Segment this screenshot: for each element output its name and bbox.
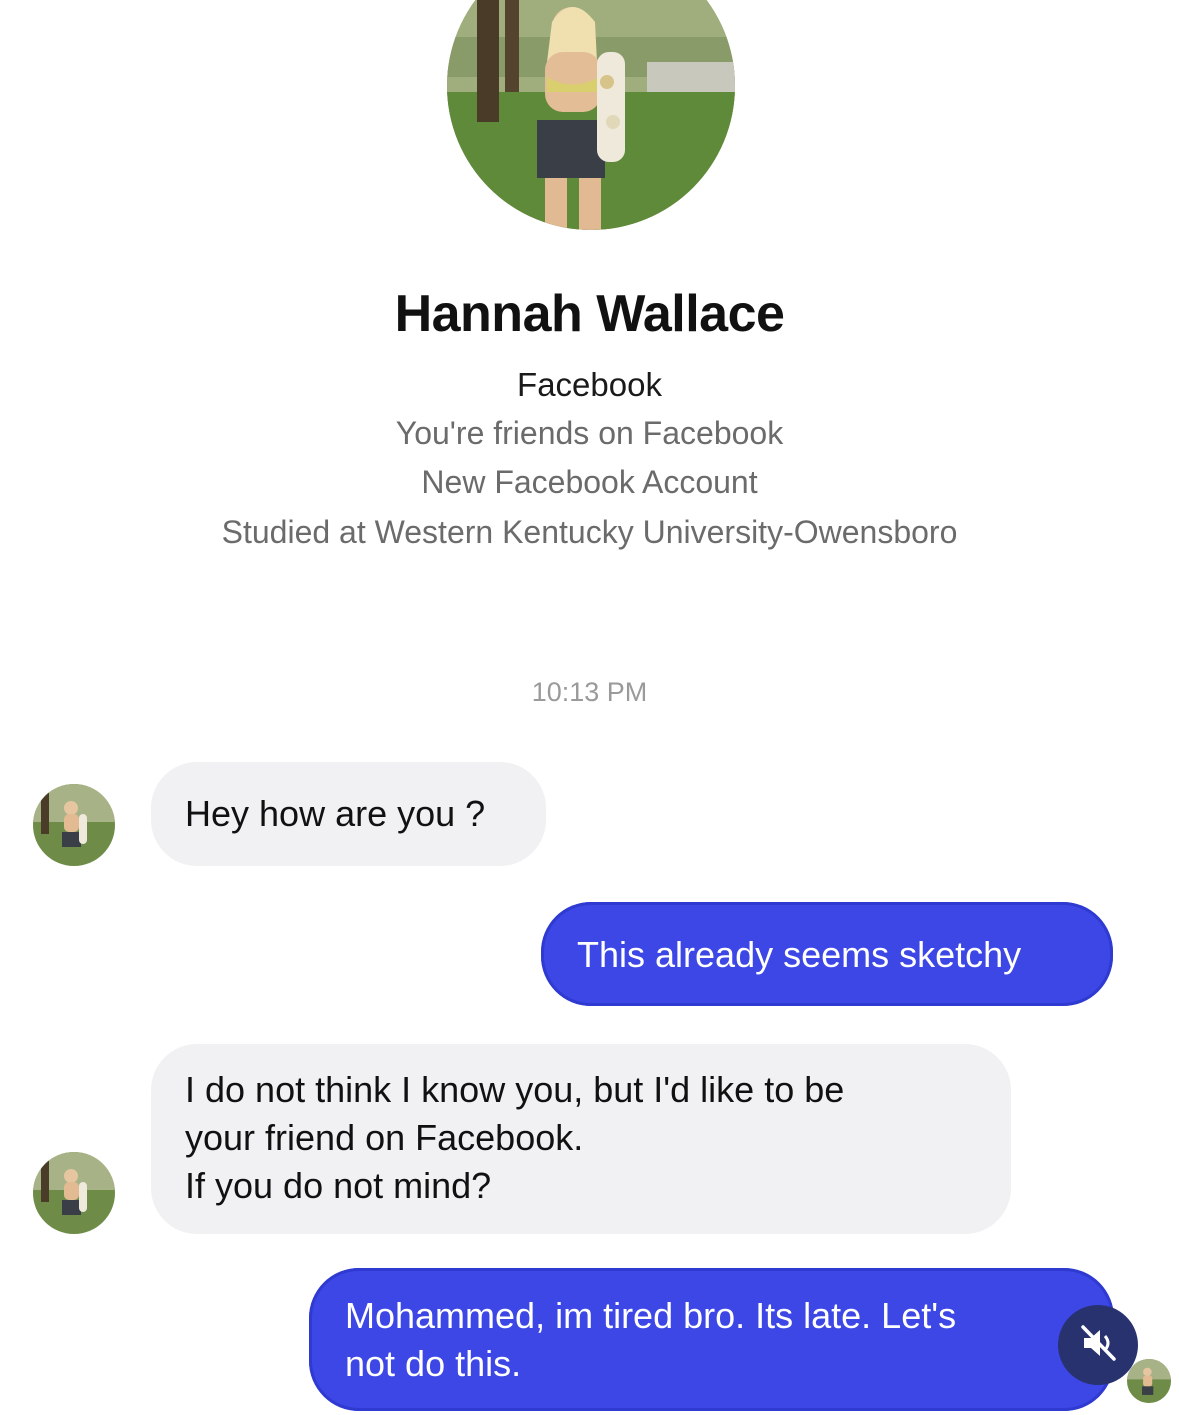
profile-name: Hannah Wallace [394, 285, 785, 343]
profile-education: Studied at Western Kentucky University-O… [221, 514, 958, 550]
message-bubble-outgoing[interactable]: Mohammed, im tired bro. Its late. Let's … [309, 1268, 1114, 1411]
mute-button[interactable] [1058, 1305, 1138, 1385]
message-text: Hey how are you ? [185, 793, 486, 834]
message-bubble-incoming[interactable]: I do not think I know you, but I'd like … [151, 1044, 1011, 1234]
message-bubble-outgoing[interactable]: This already seems sketchy [541, 902, 1113, 1006]
message-text-line: I do not think I know you, but I'd like … [185, 1069, 845, 1110]
message-text: This already seems sketchy [577, 934, 1022, 975]
profile-photo[interactable] [447, 0, 735, 230]
message-text-line: not do this. [345, 1343, 522, 1384]
sender-avatar[interactable] [33, 1152, 115, 1234]
read-receipt-avatar [1127, 1359, 1171, 1403]
message-text-line: If you do not mind? [185, 1165, 492, 1206]
profile-friends-status: You're friends on Facebook [395, 415, 784, 451]
message-bubble-incoming[interactable]: Hey how are you ? [151, 762, 546, 866]
profile-account-status: New Facebook Account [421, 464, 758, 500]
speaker-muted-icon [1076, 1321, 1120, 1370]
message-text-line: Mohammed, im tired bro. Its late. Let's [345, 1295, 957, 1336]
message-timestamp: 10:13 PM [531, 677, 648, 707]
profile-platform: Facebook [517, 366, 662, 403]
message-text-line: your friend on Facebook. [185, 1117, 584, 1158]
sender-avatar[interactable] [33, 784, 115, 866]
